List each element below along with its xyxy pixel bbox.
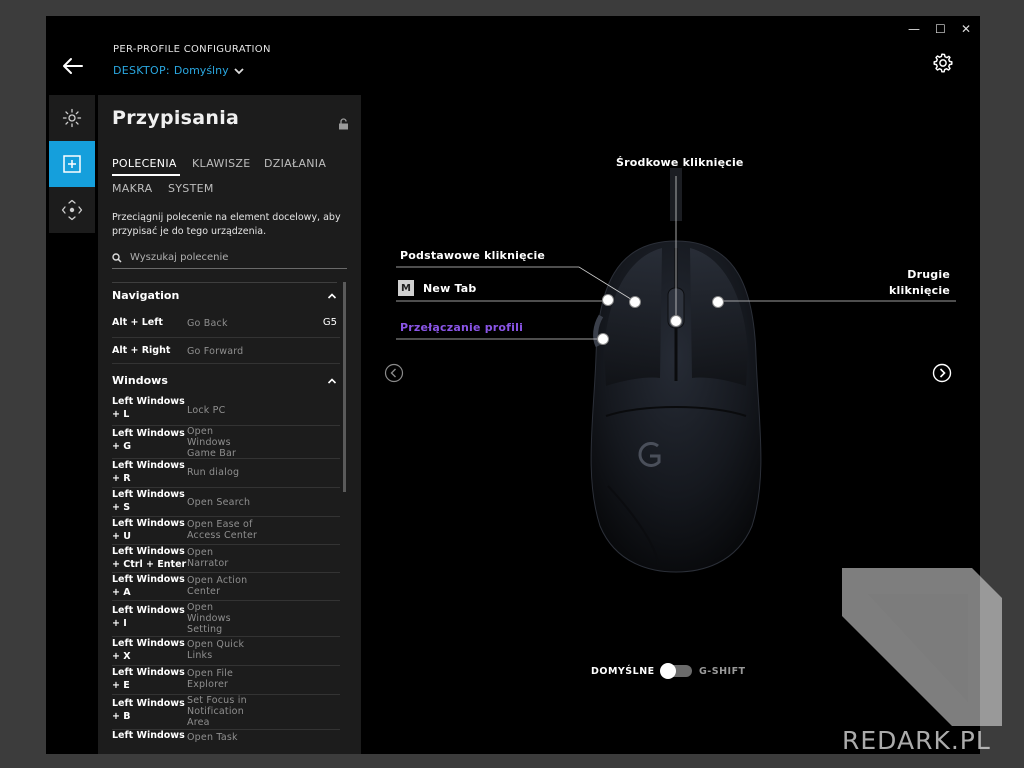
watermark-text: REDARK.PL: [842, 726, 991, 755]
callout-dot-g4[interactable]: [602, 294, 614, 306]
next-view-button[interactable]: [932, 363, 952, 383]
toggle-label-gshift: G-SHIFT: [699, 666, 746, 677]
label-secondary-click[interactable]: Drugie kliknięcie: [846, 267, 950, 299]
prev-view-button[interactable]: [384, 363, 404, 383]
macro-badge: M: [398, 280, 414, 296]
chevron-right-circle-icon: [932, 363, 952, 383]
redark-watermark-logo: [842, 568, 1002, 726]
toggle-label-default: DOMYŚLNE: [591, 666, 655, 677]
callout-dot-left[interactable]: [629, 296, 641, 308]
label-primary-click[interactable]: Podstawowe kliknięcie: [400, 249, 545, 262]
callout-dot-g5[interactable]: [597, 333, 609, 345]
label-profile-cycle[interactable]: Przełączanie profili: [400, 321, 523, 334]
label-new-tab[interactable]: New Tab: [423, 282, 476, 295]
gshift-toggle[interactable]: [660, 663, 692, 679]
chevron-left-circle-icon: [384, 363, 404, 383]
label-middle-click[interactable]: Środkowe kliknięcie: [616, 156, 744, 169]
callout-dot-right[interactable]: [712, 296, 724, 308]
toggle-knob: [660, 663, 676, 679]
callout-dot-middle[interactable]: [670, 315, 682, 327]
